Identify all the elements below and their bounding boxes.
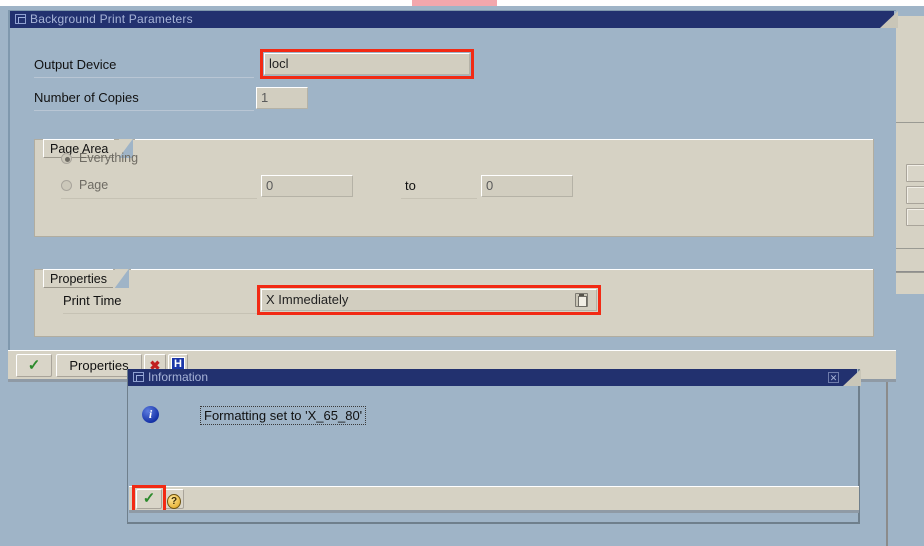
information-titlebar[interactable]: Information ✕: [128, 369, 861, 386]
page-from-input[interactable]: 0: [261, 175, 353, 197]
page-area-top-line: [135, 139, 873, 140]
background-button-2[interactable]: [906, 186, 924, 204]
properties-legend-slant: [115, 269, 129, 288]
page-area-label-everything: Everything: [79, 151, 139, 165]
information-help-button[interactable]: ?: [164, 489, 184, 509]
properties-legend: Properties: [43, 269, 113, 288]
print-time-input[interactable]: X Immediately: [261, 289, 597, 311]
number-of-copies-label-underline: [34, 110, 254, 111]
information-toolbar-shadow: [129, 510, 859, 513]
output-device-label-underline: [34, 77, 254, 78]
page-area-label-page: Page: [79, 178, 109, 192]
window-icon: [15, 14, 26, 24]
confirm-button[interactable]: ✓: [16, 354, 52, 377]
background-print-parameters-dialog: Background Print Parameters Output Devic…: [8, 10, 898, 380]
information-continue-button[interactable]: ✓: [136, 489, 162, 509]
information-window-icon: [133, 372, 144, 382]
information-titlebar-fill: [128, 369, 857, 386]
background-button-1[interactable]: [906, 164, 924, 182]
properties-group: Properties Print Time X Immediately: [34, 269, 874, 337]
screen-root: Background Print Parameters Output Devic…: [0, 0, 924, 546]
information-dialog: Information ✕ i Formatting set to 'X_65_…: [127, 369, 861, 524]
page-area-group: Page Area Everything Page 0 to 0: [34, 139, 874, 237]
page-area-radio-everything[interactable]: [61, 153, 72, 164]
close-icon[interactable]: ✕: [828, 372, 839, 383]
page-to-label: to: [405, 178, 416, 193]
page-area-label-underline: [61, 198, 257, 199]
number-of-copies-input[interactable]: 1: [256, 87, 308, 109]
question-icon: ?: [167, 494, 181, 509]
background-button-3[interactable]: [906, 208, 924, 226]
matchcode-icon[interactable]: [575, 293, 588, 307]
top-highlight-bar: [412, 0, 497, 6]
main-dialog-title: Background Print Parameters: [30, 12, 193, 26]
properties-top-line: [131, 269, 873, 270]
print-time-label: Print Time: [63, 293, 122, 308]
print-time-label-underline: [63, 313, 259, 314]
information-message: Formatting set to 'X_65_80': [200, 406, 367, 425]
information-dialog-title: Information: [148, 370, 209, 384]
main-dialog-titlebar[interactable]: Background Print Parameters: [10, 11, 898, 28]
info-icon: i: [142, 406, 159, 423]
check-icon: ✓: [27, 357, 41, 374]
page-to-label-underline: [401, 198, 477, 199]
page-area-radio-page[interactable]: [61, 180, 72, 191]
output-device-label: Output Device: [34, 57, 117, 72]
output-device-input[interactable]: locl: [264, 53, 470, 75]
information-toolbar: ✓ ?: [129, 485, 859, 513]
page-to-input[interactable]: 0: [481, 175, 573, 197]
number-of-copies-label: Number of Copies: [34, 90, 139, 105]
check-icon: ✓: [142, 490, 156, 507]
